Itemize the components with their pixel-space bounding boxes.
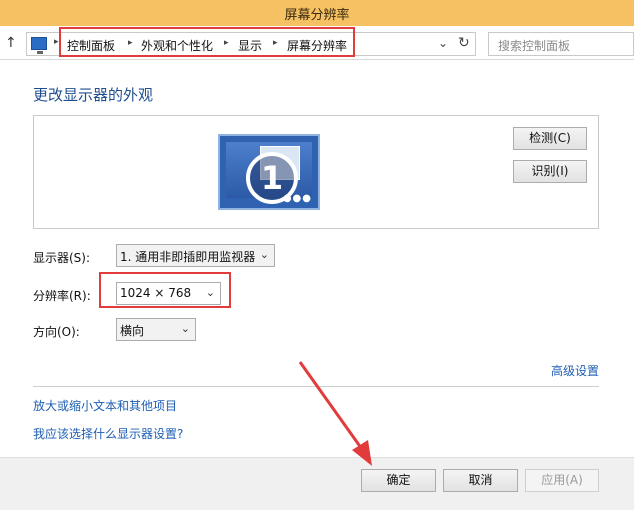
cancel-button[interactable]: 取消 xyxy=(443,469,518,492)
chevron-down-icon: ⌄ xyxy=(180,322,190,335)
display-label: 显示器(S): xyxy=(33,251,91,265)
up-arrow-icon[interactable]: ↑ xyxy=(5,35,17,51)
text-size-link[interactable]: 放大或缩小文本和其他项目 xyxy=(33,397,177,414)
chevron-down-icon: ⌄ xyxy=(259,248,269,261)
advanced-settings-link[interactable]: 高级设置 xyxy=(551,362,599,379)
refresh-icon[interactable]: ↻ xyxy=(458,35,470,51)
title-bar: 屏幕分辨率 xyxy=(0,0,634,26)
monitor-dots-icon: ●●● xyxy=(282,193,312,204)
window-title: 屏幕分辨率 xyxy=(284,8,350,23)
monitor-thumbnail[interactable]: 1 ●●● xyxy=(218,134,320,210)
detect-button[interactable]: 检测(C) xyxy=(513,127,587,150)
display-preview: 1 ●●● 检测(C) 识别(I) xyxy=(33,115,599,229)
button-bar: 确定 取消 应用(A) xyxy=(0,457,634,510)
monitor-screen: 1 xyxy=(226,142,312,204)
display-select[interactable]: 1. 通用非即插即用监视器 ⌄ xyxy=(116,244,275,267)
search-input[interactable]: 搜索控制面板 xyxy=(488,32,634,56)
annotation-box-resolution xyxy=(99,272,231,308)
divider xyxy=(33,386,599,387)
monitor-icon xyxy=(31,37,47,54)
resolution-label: 分辨率(R): xyxy=(33,289,91,303)
annotation-box-breadcrumb xyxy=(59,27,355,57)
chevron-right-icon[interactable]: ▸ xyxy=(54,37,59,47)
page-title: 更改显示器的外观 xyxy=(33,86,154,104)
identify-button[interactable]: 识别(I) xyxy=(513,160,587,183)
orientation-select[interactable]: 横向 ⌄ xyxy=(116,318,196,341)
ok-button[interactable]: 确定 xyxy=(361,469,436,492)
display-select-value: 1. 通用非即插即用监视器 xyxy=(120,250,256,264)
orientation-label: 方向(O): xyxy=(33,325,80,339)
orientation-select-value: 横向 xyxy=(120,324,145,338)
display-settings-help-link[interactable]: 我应该选择什么显示器设置? xyxy=(33,425,183,442)
apply-button[interactable]: 应用(A) xyxy=(525,469,599,492)
chevron-down-icon[interactable]: ⌄ xyxy=(438,36,448,50)
